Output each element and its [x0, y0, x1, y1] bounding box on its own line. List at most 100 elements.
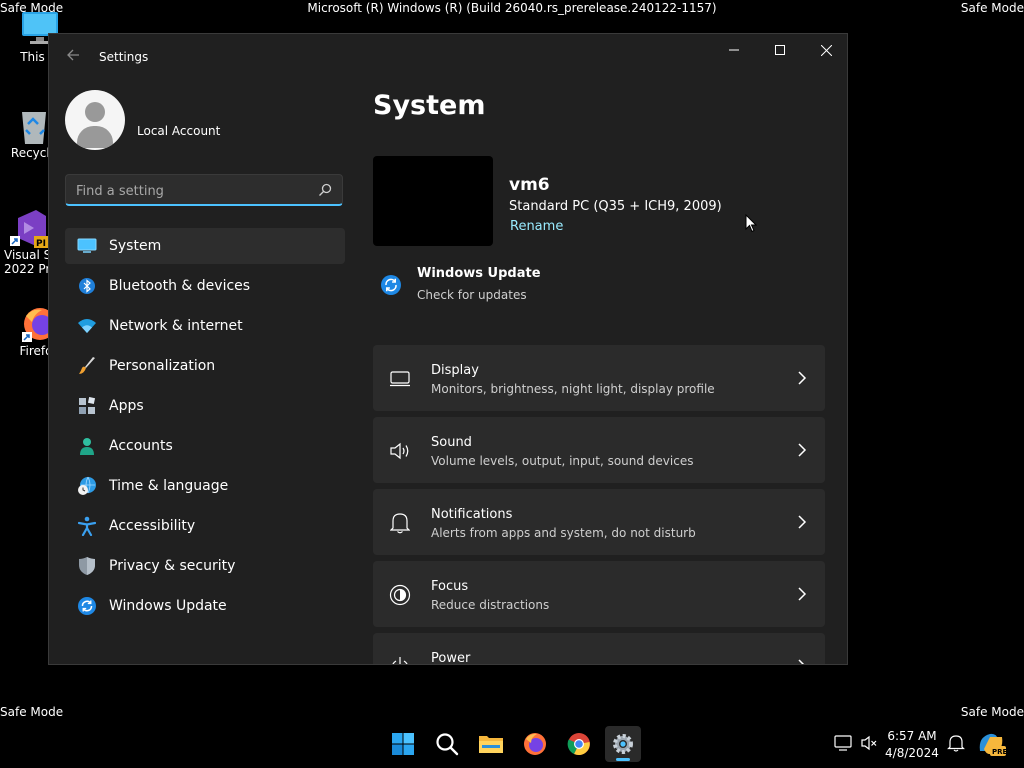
nav-item-personalization[interactable]: Personalization [65, 348, 345, 384]
search-icon[interactable] [318, 183, 332, 197]
nav-item-label: Apps [109, 398, 144, 414]
brush-icon [77, 356, 97, 376]
search-box[interactable] [65, 174, 343, 206]
build-string: Microsoft (R) Windows (R) (Build 26040.r… [307, 1, 717, 15]
nav-item-network-internet[interactable]: Network & internet [65, 308, 345, 344]
card-subtitle: Alerts from apps and system, do not dist… [431, 526, 696, 540]
copilot-badge: PRE [992, 748, 1006, 756]
settings-icon [613, 734, 633, 754]
network-icon[interactable] [834, 734, 852, 752]
card-subtitle: Reduce distractions [431, 598, 550, 612]
card-title: Sound [431, 435, 472, 450]
chevron-right-icon [798, 443, 807, 457]
visual-studio-icon: PI [10, 208, 50, 249]
card-subtitle: Monitors, brightness, night light, displ… [431, 382, 715, 396]
card-title: Notifications [431, 507, 513, 522]
firefox-icon [524, 733, 546, 755]
nav-item-accessibility[interactable]: Accessibility [65, 508, 345, 544]
nav-item-apps[interactable]: Apps [65, 388, 345, 424]
nav-item-label: Bluetooth & devices [109, 278, 251, 294]
nav-item-label: Personalization [109, 358, 216, 374]
nav-item-accounts[interactable]: Accounts [65, 428, 345, 464]
windows-update-title[interactable]: Windows Update [417, 266, 541, 281]
windows-update-icon [77, 596, 97, 616]
settings-window: Settings Local Account System Bluetooth … [48, 33, 848, 665]
back-button[interactable] [63, 48, 83, 68]
avatar[interactable] [65, 90, 125, 150]
nav-item-system[interactable]: System [65, 228, 345, 264]
accounts-icon [77, 436, 97, 456]
title-bar[interactable]: Settings [49, 34, 847, 82]
windows-update-icon[interactable] [380, 274, 402, 296]
speaker-icon [389, 440, 411, 462]
system-icon [77, 236, 97, 256]
nav-item-label: Time & language [109, 478, 229, 494]
taskbar-chrome-button[interactable] [561, 726, 597, 762]
card-notifications[interactable]: Notifications Alerts from apps and syste… [373, 489, 825, 555]
card-sound[interactable]: Sound Volume levels, output, input, soun… [373, 417, 825, 483]
nav-item-bluetooth-devices[interactable]: Bluetooth & devices [65, 268, 345, 304]
back-arrow-icon [67, 49, 79, 61]
minimize-icon [729, 49, 739, 51]
time-language-icon [77, 476, 97, 496]
clock-date[interactable]: 4/8/2024 [880, 746, 944, 760]
start-icon [392, 733, 414, 755]
device-thumbnail [373, 156, 493, 246]
chevron-right-icon [798, 371, 807, 385]
card-title: Focus [431, 579, 469, 594]
card-focus[interactable]: Focus Reduce distractions [373, 561, 825, 627]
copilot-icon: PRE [979, 733, 1006, 756]
taskbar-firefox-button[interactable] [517, 726, 553, 762]
close-icon [820, 44, 832, 56]
file-explorer-icon [479, 736, 503, 753]
nav-item-label: Accounts [109, 438, 173, 454]
taskbar-search-button[interactable] [429, 726, 465, 762]
nav-item-label: Privacy & security [109, 558, 236, 574]
wifi-icon [77, 316, 97, 336]
svg-text:PI: PI [36, 239, 46, 248]
accessibility-icon [77, 516, 97, 536]
desktop-icon-visual-studio[interactable]: PI Visual St 2022 Pre [4, 208, 52, 276]
display-icon [389, 368, 411, 390]
rename-link[interactable]: Rename [510, 219, 563, 234]
card-power[interactable]: Power [373, 633, 825, 665]
chevron-right-icon [798, 515, 807, 529]
maximize-icon [775, 45, 785, 55]
taskbar-start-button[interactable] [385, 726, 421, 762]
nav-item-label: System [109, 238, 162, 254]
desktop-icon-label: 2022 Pre [4, 262, 52, 276]
device-name: vm6 [509, 175, 550, 195]
bluetooth-icon [77, 276, 97, 296]
taskbar-file-explorer-button[interactable] [473, 726, 509, 762]
taskbar: 6:57 AM 4/8/2024 PRE [0, 720, 1024, 768]
clock-time[interactable]: 6:57 AM [880, 729, 944, 743]
apps-icon [77, 396, 97, 416]
card-title: Power [431, 651, 471, 665]
nav-item-privacy-security[interactable]: Privacy & security [65, 548, 345, 584]
copilot-button[interactable]: PRE [974, 726, 1008, 762]
windows-update-subtitle: Check for updates [417, 288, 527, 302]
bell-icon [389, 512, 411, 534]
shield-icon [77, 556, 97, 576]
close-button[interactable] [803, 34, 847, 66]
maximize-button[interactable] [757, 34, 803, 66]
notification-bell-icon[interactable] [947, 734, 965, 752]
window-title: Settings [99, 50, 149, 64]
settings-nav: System Bluetooth & devices Network & int… [65, 228, 345, 628]
nav-item-label: Accessibility [109, 518, 196, 534]
nav-item-time-language[interactable]: Time & language [65, 468, 345, 504]
chrome-icon [567, 733, 590, 756]
nav-item-windows-update[interactable]: Windows Update [65, 588, 345, 624]
power-icon [389, 656, 411, 664]
minimize-button[interactable] [711, 34, 757, 66]
taskbar-settings-button[interactable] [605, 726, 641, 762]
desktop-icon-label: Visual St [4, 248, 52, 262]
recycle-bin-icon [16, 106, 52, 144]
safe-mode-label-bottom-left: Safe Mode [0, 705, 64, 719]
volume-muted-icon[interactable] [860, 734, 878, 752]
device-model: Standard PC (Q35 + ICH9, 2009) [509, 199, 722, 214]
safe-mode-label-bottom-right: Safe Mode [960, 705, 1024, 719]
page-title: System [373, 90, 486, 121]
search-input[interactable] [74, 180, 308, 202]
card-display[interactable]: Display Monitors, brightness, night ligh… [373, 345, 825, 411]
